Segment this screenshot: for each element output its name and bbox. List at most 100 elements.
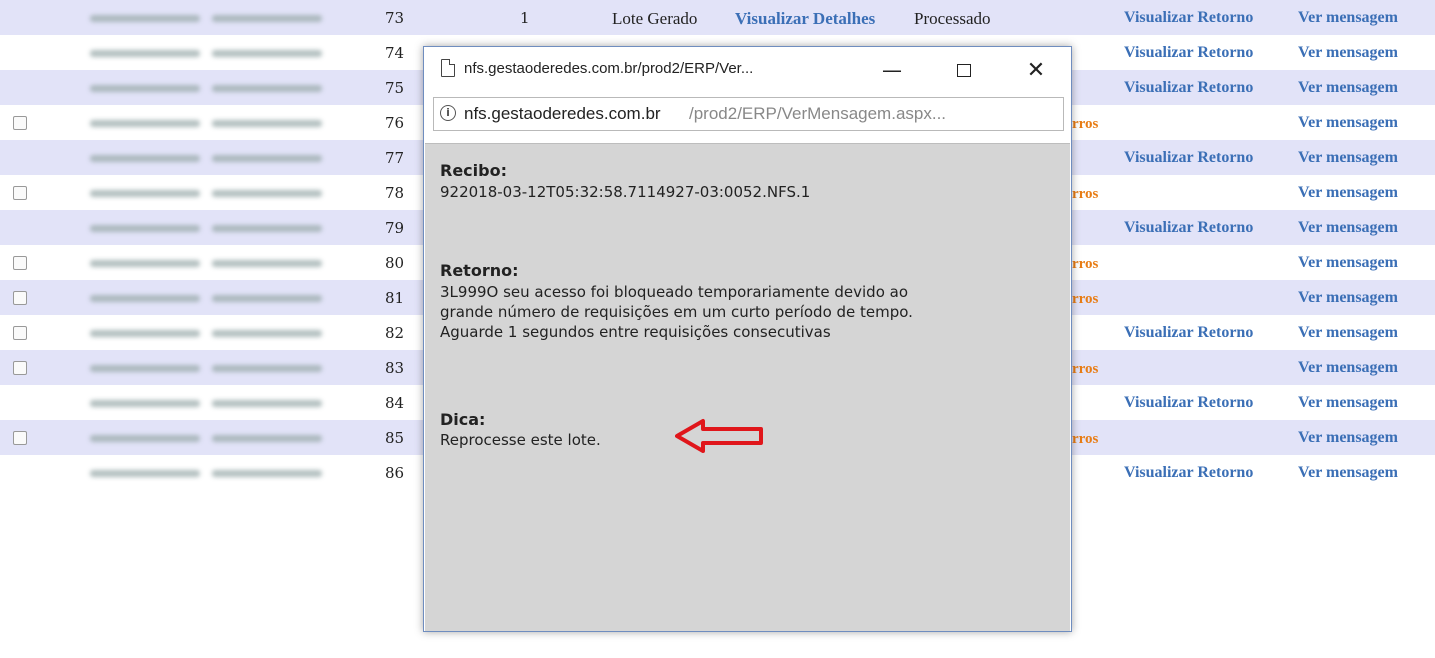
view-message-link[interactable]: Ver mensagem	[1298, 114, 1398, 132]
batch-number: 82	[385, 324, 405, 342]
batch-number: 77	[385, 149, 405, 167]
close-button[interactable]: ✕	[1016, 53, 1056, 87]
processing-status: Processado	[914, 9, 991, 28]
recibo-label: Recibo:	[440, 161, 507, 180]
blurred-date-start	[90, 260, 200, 267]
batch-lote-status: Lote Gerado	[612, 9, 698, 28]
blurred-date-start	[90, 435, 200, 442]
batch-number: 78	[385, 184, 405, 202]
row-checkbox[interactable]	[13, 256, 27, 270]
url-path: /prod2/ERP/VerMensagem.aspx...	[689, 104, 947, 123]
blurred-date-start	[90, 330, 200, 337]
url-domain: nfs.gestaoderedes.com.br	[464, 104, 661, 123]
blurred-date-start	[90, 190, 200, 197]
batch-number: 83	[385, 359, 405, 377]
view-message-link[interactable]: Ver mensagem	[1298, 254, 1398, 272]
view-message-link[interactable]: Ver mensagem	[1298, 219, 1398, 237]
message-content: Recibo: 922018-03-12T05:32:58.7114927-03…	[425, 143, 1070, 631]
blurred-date-end	[212, 295, 322, 302]
left-arrow-icon	[675, 419, 763, 453]
blurred-date-end	[212, 190, 322, 197]
view-return-link[interactable]: Visualizar Retorno	[1124, 219, 1253, 237]
popup-title-bar[interactable]: nfs.gestaoderedes.com.br/prod2/ERP/Ver..…	[424, 47, 1071, 93]
errors-link[interactable]: rros	[1072, 116, 1098, 133]
view-message-link[interactable]: Ver mensagem	[1298, 9, 1398, 27]
view-return-link[interactable]: Visualizar Retorno	[1124, 9, 1253, 27]
table-row: 73 1 Lote Gerado Visualizar Detalhes Process…	[0, 0, 1435, 35]
retorno-label: Retorno:	[440, 261, 519, 280]
blurred-date-start	[90, 155, 200, 162]
batch-number: 86	[385, 464, 405, 482]
row-checkbox[interactable]	[13, 116, 27, 130]
blurred-date-end	[212, 365, 322, 372]
recibo-value: 922018-03-12T05:32:58.7114927-03:0052.NF…	[440, 183, 811, 201]
info-icon[interactable]: i	[440, 105, 456, 121]
blurred-date-end	[212, 260, 322, 267]
batch-number: 80	[385, 254, 405, 272]
view-return-link[interactable]: Visualizar Retorno	[1124, 149, 1253, 167]
popup-title: nfs.gestaoderedes.com.br/prod2/ERP/Ver..…	[464, 60, 754, 77]
errors-link[interactable]: rros	[1072, 431, 1098, 448]
blurred-date-end	[212, 435, 322, 442]
blurred-date-start	[90, 15, 200, 22]
blurred-date-start	[90, 470, 200, 477]
errors-link[interactable]: rros	[1072, 256, 1098, 273]
view-return-link[interactable]: Visualizar Retorno	[1124, 79, 1253, 97]
batch-quantity: 1	[520, 9, 530, 27]
view-message-link[interactable]: Ver mensagem	[1298, 394, 1398, 412]
view-message-link[interactable]: Ver mensagem	[1298, 79, 1398, 97]
batch-number: 84	[385, 394, 405, 412]
retorno-line: 3L999O seu acesso foi bloqueado temporar…	[440, 283, 909, 301]
view-message-link[interactable]: Ver mensagem	[1298, 44, 1398, 62]
errors-link[interactable]: rros	[1072, 186, 1098, 203]
row-checkbox[interactable]	[13, 361, 27, 375]
dica-label: Dica:	[440, 410, 486, 429]
popup-window: nfs.gestaoderedes.com.br/prod2/ERP/Ver..…	[423, 46, 1072, 632]
view-details-link[interactable]: Visualizar Detalhes	[735, 9, 875, 29]
blurred-date-start	[90, 120, 200, 127]
view-message-link[interactable]: Ver mensagem	[1298, 429, 1398, 447]
view-message-link[interactable]: Ver mensagem	[1298, 149, 1398, 167]
batch-number: 76	[385, 114, 405, 132]
batch-number: 74	[385, 44, 405, 62]
blurred-date-end	[212, 330, 322, 337]
blurred-date-start	[90, 365, 200, 372]
view-return-link[interactable]: Visualizar Retorno	[1124, 464, 1253, 482]
blurred-date-end	[212, 400, 322, 407]
page-icon	[441, 59, 455, 77]
view-message-link[interactable]: Ver mensagem	[1298, 184, 1398, 202]
batch-number: 73	[385, 9, 405, 27]
blurred-date-start	[90, 85, 200, 92]
blurred-date-end	[212, 85, 322, 92]
row-checkbox[interactable]	[13, 291, 27, 305]
blurred-date-start	[90, 50, 200, 57]
blurred-date-end	[212, 470, 322, 477]
view-message-link[interactable]: Ver mensagem	[1298, 464, 1398, 482]
dica-value: Reprocesse este lote.	[440, 431, 601, 449]
view-message-link[interactable]: Ver mensagem	[1298, 359, 1398, 377]
blurred-date-end	[212, 155, 322, 162]
view-message-link[interactable]: Ver mensagem	[1298, 289, 1398, 307]
minimize-button[interactable]: —	[872, 53, 912, 87]
blurred-date-end	[212, 50, 322, 57]
view-return-link[interactable]: Visualizar Retorno	[1124, 44, 1253, 62]
errors-link[interactable]: rros	[1072, 361, 1098, 378]
blurred-date-end	[212, 120, 322, 127]
view-message-link[interactable]: Ver mensagem	[1298, 324, 1398, 342]
errors-link[interactable]: rros	[1072, 291, 1098, 308]
minimize-icon: —	[882, 58, 902, 82]
view-return-link[interactable]: Visualizar Retorno	[1124, 394, 1253, 412]
address-bar[interactable]: i nfs.gestaoderedes.com.br /prod2/ERP/Ve…	[433, 97, 1064, 131]
batch-number: 75	[385, 79, 405, 97]
batch-number: 85	[385, 429, 405, 447]
row-checkbox[interactable]	[13, 326, 27, 340]
blurred-date-start	[90, 400, 200, 407]
blurred-date-start	[90, 225, 200, 232]
batch-number: 79	[385, 219, 405, 237]
batch-number: 81	[385, 289, 405, 307]
maximize-button[interactable]	[944, 53, 984, 87]
view-return-link[interactable]: Visualizar Retorno	[1124, 324, 1253, 342]
blurred-date-start	[90, 295, 200, 302]
row-checkbox[interactable]	[13, 431, 27, 445]
row-checkbox[interactable]	[13, 186, 27, 200]
